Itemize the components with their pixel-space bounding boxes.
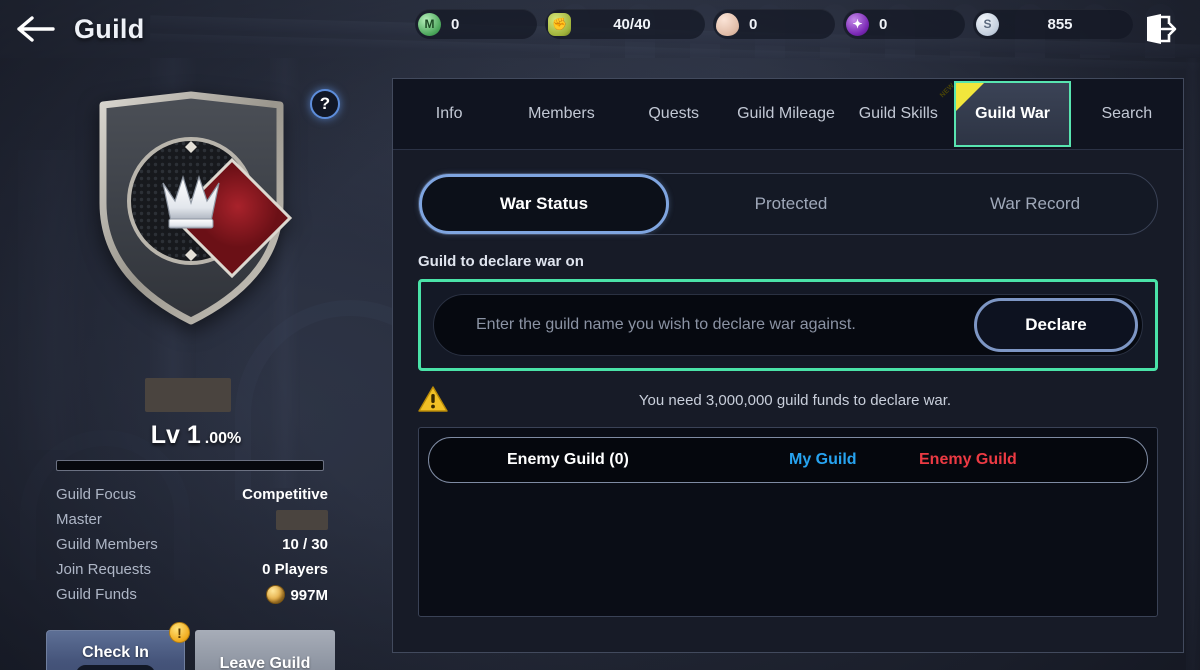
currency-mana-value: 0 [451, 15, 460, 33]
enemy-guild-column-label[interactable]: Enemy Guild [919, 451, 1017, 469]
stat-row-guild-funds: Guild Funds 997M [56, 582, 328, 607]
enemy-guild-header: Enemy Guild (0) My Guild Enemy Guild [428, 437, 1148, 483]
stat-label: Guild Members [56, 536, 158, 553]
stat-row-guild-focus: Guild Focus Competitive [56, 482, 328, 507]
guild-action-buttons: ! Check In 12:09:24 Leave Guild [46, 622, 335, 670]
tab-guild-war-label: Guild War [975, 105, 1051, 123]
guild-crest-shield-icon [89, 91, 294, 331]
stat-value: 0 Players [262, 561, 328, 578]
new-ribbon-icon: NEW [939, 82, 985, 111]
tab-guild-skills[interactable]: Guild Skills [842, 79, 954, 149]
exit-button[interactable] [1136, 9, 1184, 49]
declare-input-wrap: Declare [433, 294, 1143, 356]
tab-members[interactable]: Members [505, 79, 617, 149]
enemy-guild-count-label: Enemy Guild (0) [507, 451, 629, 468]
currency-energy-value: 40/40 [613, 15, 651, 33]
guild-level-line: Lv 1.00% [0, 421, 392, 450]
guild-level: Lv 1 [150, 421, 201, 449]
segment-war-status[interactable]: War Status [419, 174, 669, 234]
segment-war-record[interactable]: War Record [913, 174, 1157, 234]
stat-value-funds: 997M [266, 585, 328, 604]
egg-icon [716, 12, 739, 36]
check-in-label: Check In [82, 643, 149, 661]
top-bar: Guild M 0 ✊ 40/40 0 ✦ 0 S 855 [0, 0, 1200, 58]
exclamation-badge-icon: ! [169, 622, 190, 643]
arrow-left-icon [17, 16, 55, 42]
currency-bar: M 0 ✊ 40/40 0 ✦ 0 S 855 [415, 9, 1133, 39]
leave-guild-button[interactable]: Leave Guild [195, 630, 335, 670]
guild-level-percent: .00% [204, 430, 242, 447]
war-segment-control: War Status Protected War Record [418, 173, 1158, 235]
guild-screen: Guild M 0 ✊ 40/40 0 ✦ 0 S 855 ? Lv 1 .00… [0, 0, 1200, 670]
funds-warning-row: You need 3,000,000 guild funds to declar… [418, 386, 1158, 413]
stat-row-master: Master [56, 507, 328, 532]
void-orb-icon: ✦ [846, 12, 869, 36]
guild-funds-amount: 997M [290, 587, 328, 604]
guild-xp-bar [56, 460, 324, 471]
stat-label: Join Requests [56, 561, 152, 578]
stat-label: Guild Focus [56, 486, 137, 503]
stat-value: 10 / 30 [282, 536, 328, 553]
guild-content-panel: Info Members Quests Guild Mileage Guild … [392, 78, 1184, 653]
currency-energy[interactable]: ✊ 40/40 [545, 9, 705, 39]
currency-egg[interactable]: 0 [713, 9, 835, 39]
enemy-guild-panel: Enemy Guild (0) My Guild Enemy Guild [418, 427, 1158, 617]
exit-door-icon [1147, 14, 1177, 44]
page-title: Guild [74, 13, 145, 44]
currency-void-value: 0 [879, 15, 888, 33]
currency-void[interactable]: ✦ 0 [843, 9, 965, 39]
segment-protected[interactable]: Protected [669, 174, 913, 234]
gold-coin-icon [266, 585, 286, 604]
tab-info[interactable]: Info [393, 79, 505, 149]
currency-mana[interactable]: M 0 [415, 9, 537, 39]
declare-war-box: Declare [418, 279, 1158, 371]
currency-silver[interactable]: S 855 [973, 9, 1133, 39]
mana-gem-icon: M [418, 12, 441, 36]
tab-quests[interactable]: Quests [618, 79, 730, 149]
stat-label: Master [56, 511, 102, 528]
my-guild-column-label[interactable]: My Guild [789, 451, 857, 469]
silver-coin-icon: S [976, 12, 999, 36]
stat-value: Competitive [242, 486, 328, 503]
tab-bar: Info Members Quests Guild Mileage Guild … [393, 79, 1183, 150]
stat-row-join-requests: Join Requests 0 Players [56, 557, 328, 582]
stat-value-redacted [276, 509, 328, 530]
warning-triangle-icon [418, 386, 448, 412]
stat-row-guild-members: Guild Members 10 / 30 [56, 532, 328, 557]
energy-fist-icon: ✊ [548, 12, 571, 36]
tab-guild-mileage[interactable]: Guild Mileage [730, 79, 842, 149]
currency-silver-value: 855 [1047, 15, 1073, 33]
help-button[interactable]: ? [310, 89, 340, 119]
declare-button[interactable]: Declare [974, 298, 1138, 352]
funds-warning-text: You need 3,000,000 guild funds to declar… [638, 391, 952, 409]
guild-name-redacted [145, 378, 231, 412]
declare-section-label: Guild to declare war on [418, 253, 584, 270]
guild-info-panel: ? Lv 1 .00% Guild Focus Competitive Mast… [0, 58, 392, 670]
currency-egg-value: 0 [749, 15, 758, 33]
war-status-content: War Status Protected War Record Guild to… [393, 150, 1183, 652]
guild-stats-list: Guild Focus Competitive Master Guild Mem… [56, 482, 328, 607]
check-in-button[interactable]: ! Check In 12:09:24 [46, 622, 190, 670]
tab-search[interactable]: Search [1071, 79, 1183, 149]
back-button[interactable] [0, 0, 72, 58]
stat-label: Guild Funds [56, 586, 137, 603]
tab-guild-war[interactable]: NEW Guild War [939, 81, 1071, 147]
check-in-timer: 12:09:24 [76, 664, 155, 670]
